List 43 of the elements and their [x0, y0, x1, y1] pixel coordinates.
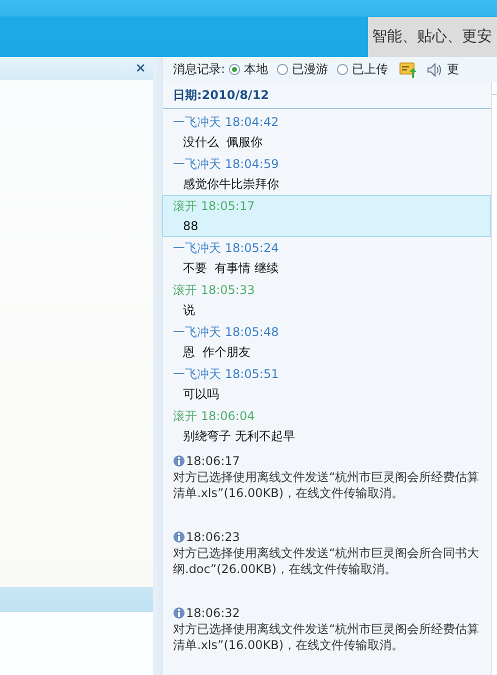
message-entry[interactable]: 一飞冲天 18:05:24 不要 有事情 继续 — [162, 237, 491, 279]
message-entry[interactable]: 滚开 18:05:33 说 — [162, 279, 491, 321]
source-radio[interactable]: 本地 — [229, 61, 268, 78]
message-entry[interactable]: 滚开 18:06:04 别绕弯子 无利不起早 — [162, 405, 491, 447]
sender-time: 一飞冲天 18:05:24 — [173, 240, 280, 257]
upload-icon[interactable] — [399, 62, 418, 78]
info-icon — [173, 607, 185, 619]
message-entry[interactable]: 一飞冲天 18:05:51 可以吗 — [162, 363, 491, 405]
message-entry[interactable]: 一飞冲天 18:04:59 感觉你牛比崇拜你 — [162, 153, 491, 195]
message-entry[interactable]: 一飞冲天 18:04:42 没什么 佩服你 — [162, 111, 491, 153]
system-message: 对方已选择使用离线文件发送“杭州市巨灵阁会所经费估算清单.xls”(16.00KB)，在线文件传输取消。 — [173, 469, 480, 501]
slogan-text: 智能、贴心、更安 — [368, 17, 497, 57]
system-time: 18:06:23 — [186, 530, 240, 544]
message-entry[interactable]: 滚开 18:05:17 88 — [162, 195, 491, 237]
sender-time: 滚开 18:05:33 — [173, 282, 256, 299]
message-text: 没什么 佩服你 — [182, 134, 264, 151]
message-text: 恩 作个朋友 — [182, 344, 252, 361]
message-text: 说 — [182, 302, 196, 319]
info-icon — [173, 455, 185, 467]
more-button[interactable]: 更 — [447, 61, 460, 78]
sender-time: 一飞冲天 18:05:51 — [173, 366, 280, 383]
speaker-icon[interactable] — [427, 62, 444, 76]
date-header: 日期:2010/8/12 — [163, 82, 491, 109]
message-text: 不要 有事情 继续 — [182, 260, 280, 277]
system-message: 对方已选择使用离线文件发送“杭州市巨灵阁会所经费估算清单.xls”(16.00KB)，在线文件传输取消。 — [173, 621, 480, 653]
close-button[interactable]: × — [135, 62, 146, 75]
source-radio[interactable]: 已漫游 — [277, 61, 328, 78]
sender-time: 一飞冲天 18:04:59 — [173, 156, 280, 173]
system-message: 对方已选择使用离线文件发送“杭州市巨灵阁会所合同书大纲.doc”(26.00KB)，在线文件传输取消。 — [173, 545, 480, 577]
history-label: 消息记录: — [173, 61, 226, 78]
message-text: 88 — [182, 218, 200, 235]
source-radio[interactable]: 已上传 — [337, 61, 388, 78]
sender-time: 一飞冲天 18:05:48 — [173, 324, 280, 341]
message-text: 可以吗 — [182, 386, 220, 403]
sender-time: 滚开 18:06:04 — [173, 408, 256, 425]
info-icon — [173, 531, 185, 543]
message-text: 感觉你牛比崇拜你 — [182, 176, 280, 193]
sender-time: 滚开 18:05:17 — [173, 198, 256, 215]
message-entry[interactable]: 一飞冲天 18:05:48 恩 作个朋友 — [162, 321, 491, 363]
sender-time: 一飞冲天 18:04:42 — [173, 114, 280, 131]
message-text: 别绕弯子 无利不起早 — [182, 428, 296, 445]
system-time: 18:06:17 — [186, 454, 240, 468]
system-time: 18:06:32 — [186, 606, 240, 620]
